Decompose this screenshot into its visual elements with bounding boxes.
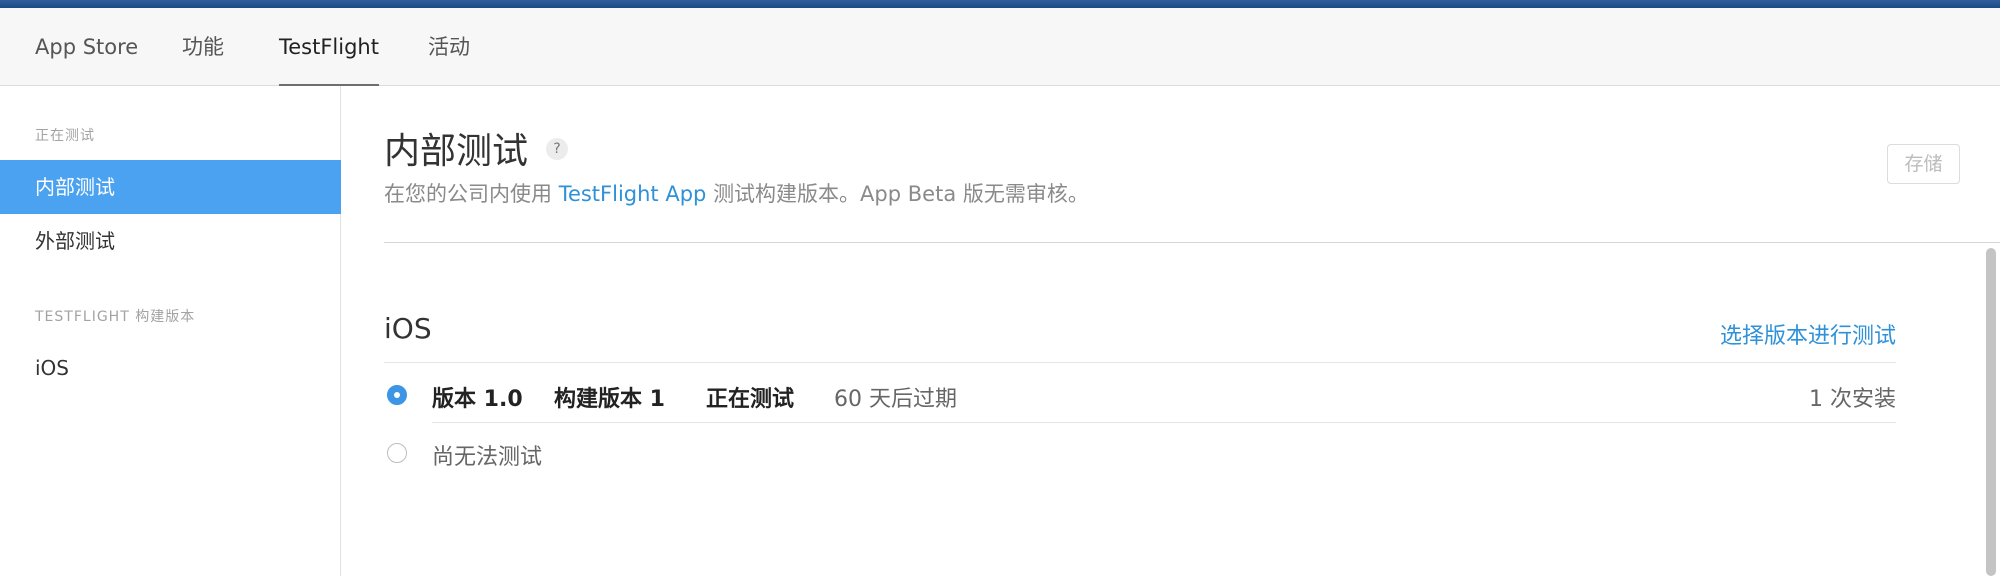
subtitle-prefix: 在您的公司内使用 [384, 182, 552, 206]
build-number: 构建版本 1 [554, 387, 665, 412]
sidebar-item-external-testing[interactable]: 外部测试 [0, 214, 341, 268]
build-installs: 1 次安装 [1809, 387, 1896, 412]
sidebar-item-ios[interactable]: iOS [0, 341, 341, 395]
tab-activity[interactable]: 活动 [428, 8, 470, 86]
select-build-link[interactable]: 选择版本进行测试 [1720, 318, 1896, 350]
testflight-app-link[interactable]: TestFlight App [559, 182, 707, 206]
page-subtitle: 在您的公司内使用 TestFlight App 测试构建版本。App Beta … [384, 178, 1089, 208]
build-status: 正在测试 [706, 387, 795, 412]
build-version: 版本 1.0 [432, 387, 523, 412]
main-content: 内部测试 ? 在您的公司内使用 TestFlight App 测试构建版本。Ap… [342, 86, 2000, 576]
build-1-radio[interactable] [387, 385, 407, 405]
row-divider [432, 422, 1896, 423]
save-button[interactable]: 存储 [1887, 144, 1960, 184]
subtitle-suffix: 测试构建版本。App Beta 版无需审核。 [713, 182, 1089, 206]
help-icon[interactable]: ? [546, 138, 568, 160]
build-expiry: 60 天后过期 [834, 387, 957, 412]
header-divider [384, 242, 2000, 243]
vertical-scrollbar[interactable] [1986, 248, 1996, 576]
build-2-radio[interactable] [387, 443, 407, 463]
page-title: 内部测试 [384, 131, 529, 172]
top-accent-bar [0, 0, 2000, 8]
sidebar-heading-testing: 正在测试 [35, 128, 95, 144]
top-navigation: App Store 功能 TestFlight 活动 [0, 8, 2000, 86]
row-divider [384, 362, 1896, 363]
tab-features[interactable]: 功能 [182, 8, 224, 86]
sidebar-heading-builds: TESTFLIGHT 构建版本 [35, 309, 196, 325]
tab-testflight[interactable]: TestFlight [279, 8, 379, 86]
sidebar: 正在测试 内部测试 外部测试 TESTFLIGHT 构建版本 iOS [0, 86, 341, 576]
tab-app-store[interactable]: App Store [35, 8, 138, 86]
build-unavailable-label: 尚无法测试 [432, 445, 543, 470]
sidebar-item-internal-testing[interactable]: 内部测试 [0, 160, 341, 214]
section-title-ios: iOS [384, 312, 432, 345]
